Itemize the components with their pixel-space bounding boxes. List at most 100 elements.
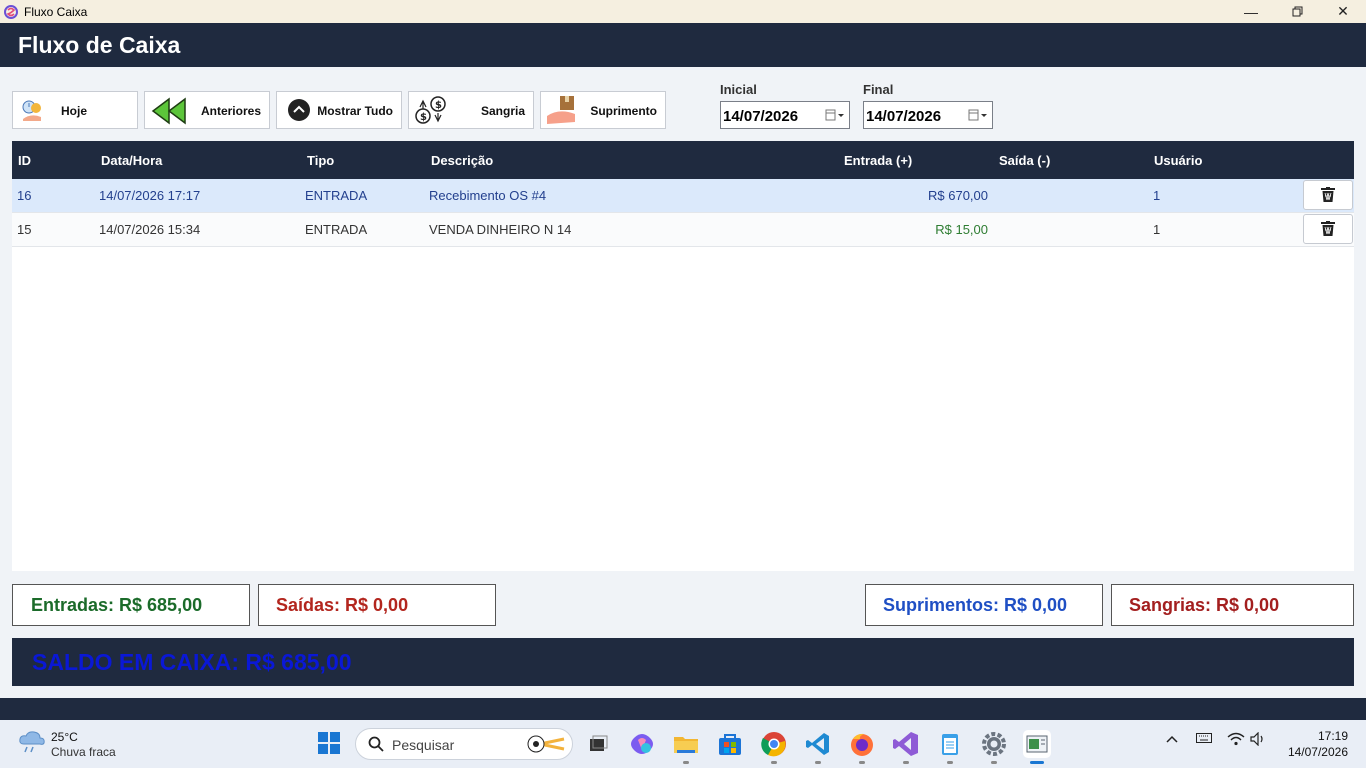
- column-header-datahora[interactable]: Data/Hora: [101, 153, 162, 168]
- cell-entrada: R$ 670,00: [928, 188, 988, 203]
- column-header-entrada[interactable]: Entrada (+): [844, 153, 912, 168]
- entradas-total-text: Entradas: R$ 685,00: [31, 595, 203, 615]
- double-arrow-left-icon: [151, 97, 186, 125]
- cell-datahora: 14/07/2026 17:17: [99, 188, 201, 203]
- anteriores-button[interactable]: Anteriores: [144, 91, 270, 129]
- saldo-text: SALDO EM CAIXA: R$ 685,00: [32, 649, 352, 675]
- clock-date: 14/07/2026: [1287, 745, 1348, 759]
- vscode-icon[interactable]: [804, 730, 832, 758]
- cell-id: 16: [17, 188, 32, 203]
- trash-icon: [1321, 221, 1335, 236]
- final-date-value: 14/07/2026: [866, 108, 942, 125]
- column-header-id[interactable]: ID: [18, 153, 31, 168]
- file-explorer-icon[interactable]: [672, 730, 700, 758]
- running-indicator: [683, 761, 689, 764]
- final-date-picker[interactable]: 14/07/2026: [863, 101, 993, 129]
- running-indicator: [771, 761, 777, 764]
- search-placeholder: Pesquisar: [392, 737, 455, 753]
- sangrias-total-text: Sangrias: R$ 0,00: [1129, 595, 1280, 615]
- anteriores-label: Anteriores: [200, 104, 261, 118]
- cell-tipo: ENTRADA: [305, 222, 368, 237]
- running-indicator: [991, 761, 997, 764]
- cloud-rain-icon: [19, 731, 45, 753]
- window-title: Fluxo Caixa: [24, 4, 88, 19]
- cell-usuario: 1: [1153, 188, 1161, 203]
- chrome-icon[interactable]: [760, 730, 788, 758]
- close-button[interactable]: ✕: [1320, 0, 1366, 23]
- saidas-total-text: Saídas: R$ 0,00: [276, 595, 409, 615]
- cell-tipo: ENTRADA: [305, 188, 368, 203]
- cell-id: 15: [17, 222, 32, 237]
- running-indicator: [903, 761, 909, 764]
- active-app-indicator: [1030, 761, 1044, 764]
- maximize-button[interactable]: [1274, 0, 1320, 23]
- calendar-dropdown-icon[interactable]: [968, 109, 988, 121]
- running-indicator: [859, 761, 865, 764]
- firefox-icon[interactable]: [848, 730, 876, 758]
- hoje-button[interactable]: Hoje: [12, 91, 138, 129]
- keyboard-icon[interactable]: [1196, 732, 1212, 747]
- settings-gear-icon[interactable]: [980, 730, 1008, 758]
- suprimento-button[interactable]: Suprimento: [540, 91, 666, 129]
- weather-temperature: 25°C: [51, 730, 78, 744]
- sangrias-total: Sangrias: R$ 0,00: [1111, 584, 1354, 626]
- start-button[interactable]: [316, 730, 344, 758]
- weather-widget[interactable]: 25°C Chuva fraca: [18, 728, 116, 759]
- inicial-date-picker[interactable]: 14/07/2026: [720, 101, 850, 129]
- visual-studio-icon[interactable]: [892, 730, 920, 758]
- cell-datahora: 14/07/2026 15:34: [99, 222, 201, 237]
- money-transfer-icon: $ $: [415, 96, 446, 124]
- fluxo-caixa-app-icon[interactable]: [1023, 730, 1051, 758]
- column-header-usuario[interactable]: Usuário: [1154, 153, 1202, 168]
- cell-descricao: VENDA DINHEIRO N 14: [429, 222, 572, 237]
- wifi-icon[interactable]: [1227, 732, 1245, 749]
- calendar-dropdown-icon[interactable]: [825, 109, 845, 121]
- table-row[interactable]: 15 14/07/2026 15:34 ENTRADA VENDA DINHEI…: [12, 213, 1354, 247]
- inicial-date-value: 14/07/2026: [723, 108, 799, 125]
- entradas-total: Entradas: R$ 685,00: [12, 584, 250, 626]
- notepad-icon[interactable]: [936, 730, 964, 758]
- weather-condition: Chuva fraca: [51, 745, 116, 759]
- volume-icon[interactable]: [1250, 731, 1268, 749]
- svg-text:$: $: [435, 100, 442, 111]
- page-title: Fluxo de Caixa: [18, 32, 181, 58]
- cell-usuario: 1: [1153, 222, 1161, 237]
- copilot-icon[interactable]: [628, 730, 656, 758]
- inicial-label: Inicial: [720, 82, 757, 97]
- saidas-total: Saídas: R$ 0,00: [258, 584, 496, 626]
- suprimentos-total-text: Suprimentos: R$ 0,00: [883, 595, 1068, 615]
- table-header: ID Data/Hora Tipo Descrição Entrada (+) …: [12, 141, 1354, 179]
- windows-logo-icon: [318, 732, 340, 754]
- restore-icon: [1292, 6, 1302, 17]
- clock-time: 17:19: [1317, 729, 1348, 743]
- soccer-ball-icon: [527, 735, 565, 753]
- mostrar-tudo-button[interactable]: Mostrar Tudo: [276, 91, 402, 129]
- app-icon: [4, 4, 18, 19]
- cell-descricao: Recebimento OS #4: [429, 188, 547, 203]
- chevron-up-icon[interactable]: [1166, 732, 1178, 747]
- sangria-button[interactable]: $ $ Sangria: [408, 91, 534, 129]
- system-clock[interactable]: 17:19 14/07/2026: [1288, 728, 1348, 760]
- column-header-saida[interactable]: Saída (-): [999, 153, 1050, 168]
- saldo-panel: SALDO EM CAIXA: R$ 685,00: [12, 638, 1354, 686]
- delete-row-button[interactable]: [1303, 180, 1353, 210]
- chevron-up-circle-icon: [288, 99, 310, 121]
- minimize-button[interactable]: —: [1228, 0, 1274, 23]
- page-header: Fluxo de Caixa: [0, 23, 1366, 67]
- window-titlebar: Fluxo Caixa — ✕: [0, 0, 1366, 23]
- taskbar-search[interactable]: Pesquisar: [355, 728, 573, 760]
- cash-flow-table: ID Data/Hora Tipo Descrição Entrada (+) …: [12, 141, 1354, 571]
- column-header-descricao[interactable]: Descrição: [431, 153, 493, 168]
- column-header-tipo[interactable]: Tipo: [307, 153, 334, 168]
- coin-clock-icon: [22, 100, 41, 121]
- table-row[interactable]: 16 14/07/2026 17:17 ENTRADA Recebimento …: [12, 179, 1354, 213]
- delete-row-button[interactable]: [1303, 214, 1353, 244]
- task-view-icon[interactable]: [584, 730, 612, 758]
- os-taskbar: 25°C Chuva fraca Pesquisar 17:19 14/07/2…: [0, 720, 1366, 768]
- suprimentos-total: Suprimentos: R$ 0,00: [865, 584, 1103, 626]
- window-footer: [0, 698, 1366, 720]
- store-icon[interactable]: [716, 730, 744, 758]
- final-label: Final: [863, 82, 894, 97]
- search-icon: [368, 736, 384, 752]
- hand-box-icon: [547, 96, 575, 124]
